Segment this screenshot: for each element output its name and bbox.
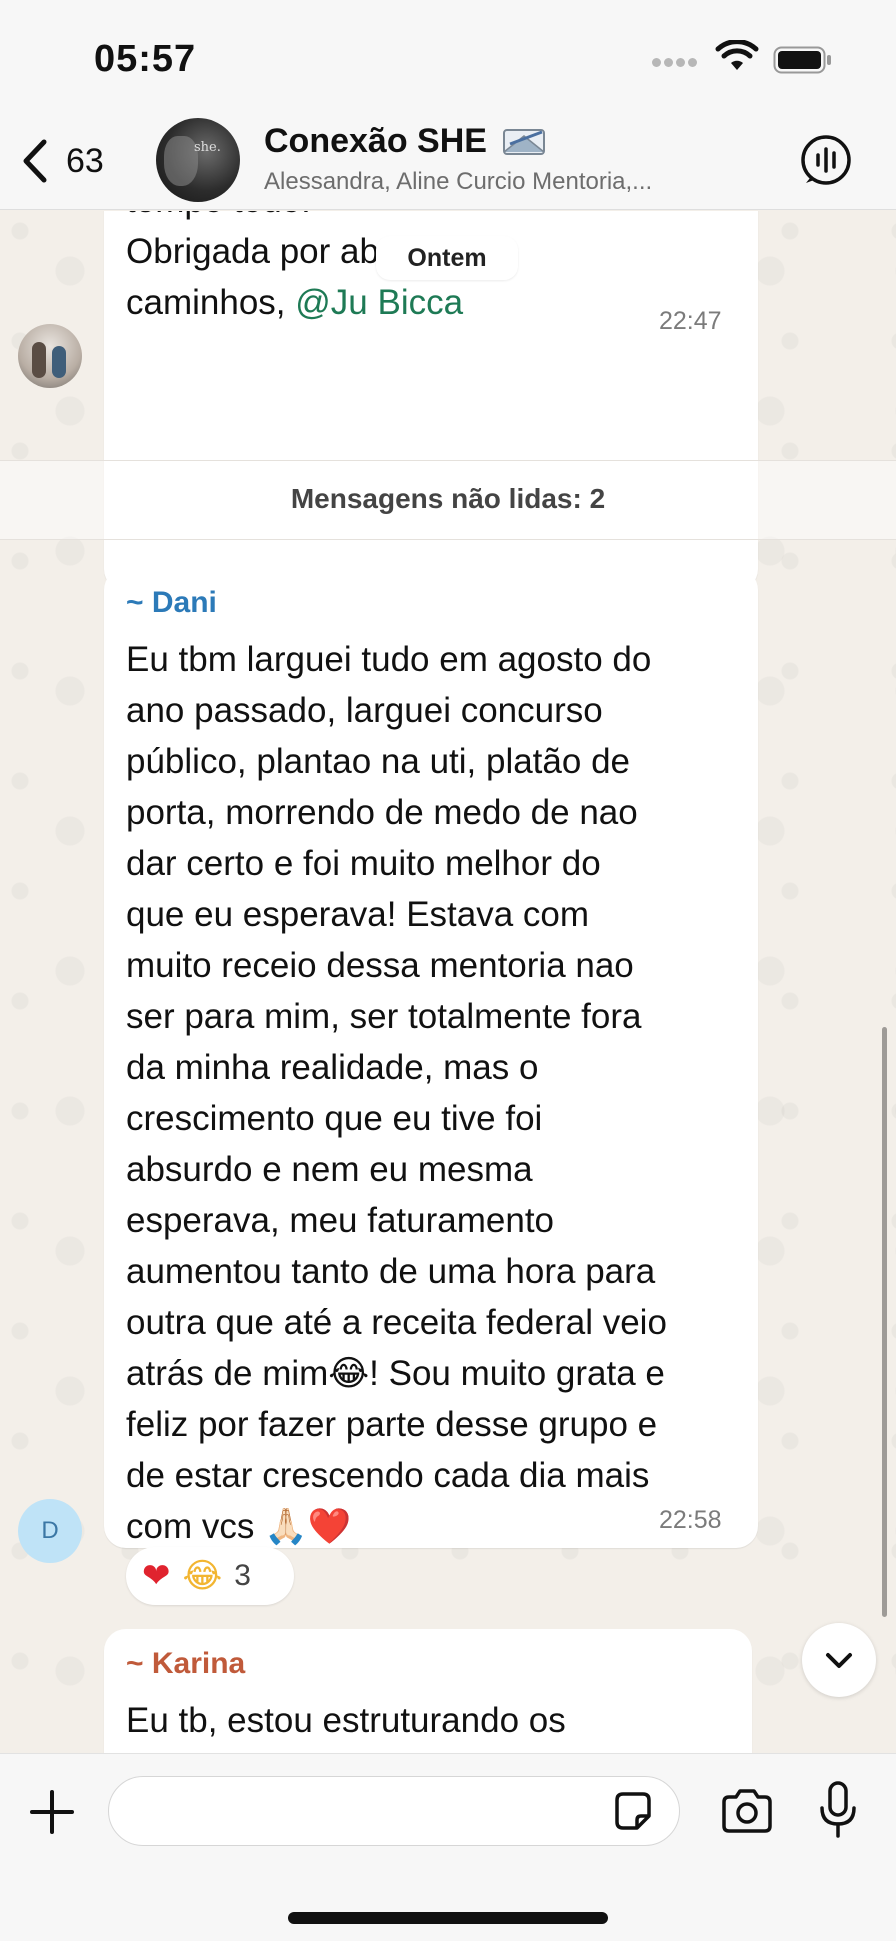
unread-label: Mensagens não lidas: 2: [290, 483, 606, 514]
message-line: que eu esperava! Estava com: [126, 895, 590, 934]
sender-avatar[interactable]: [18, 324, 82, 388]
message-time: 22:58: [659, 1506, 722, 1534]
unread-count: 63: [66, 141, 104, 180]
back-button[interactable]: 63: [18, 136, 128, 186]
message-line: crescimento que eu tive foi: [126, 1099, 543, 1138]
message-line: porta, morrendo de medo de nao: [126, 793, 638, 832]
signal-icon: [652, 54, 702, 67]
whatsapp-chat-screen: 05:57 63 she. Conexão SHE Alessandra, Al…: [0, 0, 896, 1941]
message-line: ser para mim, ser totalmente fora: [126, 997, 642, 1036]
message-line: absurdo e nem eu mesma: [126, 1150, 533, 1189]
audio-waveform-icon[interactable]: [800, 134, 852, 186]
sender-name[interactable]: ~ Karina: [126, 1647, 245, 1681]
camera-icon[interactable]: [720, 1788, 774, 1834]
message-bubble[interactable]: ~ Dani Eu tbm larguei tudo em agosto do a…: [104, 568, 758, 1548]
reaction-count: 3: [234, 1559, 251, 1592]
message-line: aumentou tanto de uma hora para: [126, 1252, 656, 1291]
envelope-icon: [503, 129, 546, 155]
wifi-icon: [715, 40, 759, 70]
battery-icon: [773, 46, 831, 74]
message-line: Eu tbm larguei tudo em agosto do: [126, 640, 652, 679]
message-line: ano passado, larguei concurso: [126, 691, 603, 730]
chat-messages-area[interactable]: tempo todo! Obrigada por abrir tantos ca…: [0, 211, 896, 1753]
scroll-to-bottom-button[interactable]: [802, 1623, 876, 1697]
message-text: Eu tbm larguei tudo em agosto do ano pass…: [126, 634, 746, 1552]
message-line: de estar crescendo cada dia mais: [126, 1456, 650, 1495]
avatar-logo-text: she.: [194, 140, 221, 155]
status-time: 05:57: [94, 38, 197, 80]
group-avatar[interactable]: she.: [156, 118, 240, 202]
message-time: 22:47: [659, 307, 722, 335]
message-line: outra que até a receita federal veio: [126, 1303, 667, 1342]
plus-icon[interactable]: [28, 1788, 76, 1836]
unread-divider: Mensagens não lidas: 2: [0, 460, 896, 540]
chat-header: 63 she. Conexão SHE Alessandra, Aline Cu…: [0, 110, 896, 210]
message-line: dar certo e foi muito melhor do: [126, 844, 601, 883]
message-bubble[interactable]: ~ Karina Eu tb, estou estruturando os: [104, 1629, 752, 1753]
message-input[interactable]: [108, 1776, 680, 1846]
sender-name[interactable]: ~ Dani: [126, 586, 217, 620]
group-members[interactable]: Alessandra, Aline Curcio Mentoria,...: [264, 168, 734, 196]
chevron-down-icon: [826, 1653, 852, 1668]
group-name: Conexão SHE: [264, 122, 487, 160]
message-line: Eu tb, estou estruturando os: [126, 1701, 566, 1740]
chevron-left-icon: [23, 139, 47, 183]
mention-link[interactable]: @Ju Bicca: [295, 283, 463, 322]
microphone-icon[interactable]: [818, 1780, 858, 1840]
message-line: caminhos, @Ju Bicca: [126, 283, 464, 322]
message-line: público, plantao na uti, platão de: [126, 742, 630, 781]
message-line: tempo todo!: [126, 211, 726, 226]
home-indicator[interactable]: [288, 1912, 608, 1924]
message-input-bar: [0, 1753, 896, 1941]
message-line: esperava, meu faturamento: [126, 1201, 555, 1240]
message-line: feliz por fazer parte desse grupo e: [126, 1405, 658, 1444]
message-line: muito receio dessa mentoria nao: [126, 946, 634, 985]
status-bar: 05:57: [0, 0, 896, 110]
message-line: da minha realidade, mas o: [126, 1048, 539, 1087]
date-separator: Ontem: [376, 236, 518, 280]
sticker-icon[interactable]: [611, 1790, 655, 1834]
message-line: atrás de mim😂! Sou muito grata e: [126, 1354, 665, 1393]
heart-icon: ❤: [142, 1556, 171, 1596]
scrollbar[interactable]: [882, 1027, 887, 1617]
message-line: com vcs 🙏🏻❤️: [126, 1507, 352, 1546]
group-title[interactable]: Conexão SHE: [264, 122, 548, 161]
sender-avatar[interactable]: D: [18, 1499, 82, 1563]
laughing-face-icon: 😂: [182, 1556, 223, 1596]
message-reactions[interactable]: ❤ 😂 3: [126, 1547, 294, 1605]
